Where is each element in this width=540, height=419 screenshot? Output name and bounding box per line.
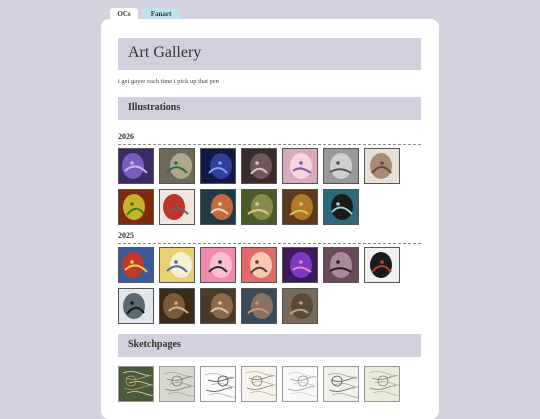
artwork-thumbnail[interactable] xyxy=(200,288,236,324)
artwork-thumbnail[interactable] xyxy=(200,366,236,402)
gallery-panel: Art Gallery i get gayer each time i pick… xyxy=(101,19,439,419)
sketch-thumbnail xyxy=(324,367,358,401)
artwork-thumbnail[interactable] xyxy=(364,148,400,184)
artwork-thumbnail xyxy=(119,149,153,183)
thumbnail-grid-2025 xyxy=(118,247,400,324)
artwork-thumbnail xyxy=(201,289,235,323)
artwork-thumbnail[interactable] xyxy=(200,189,236,225)
artwork-thumbnail[interactable] xyxy=(323,148,359,184)
year-divider xyxy=(118,144,421,145)
artwork-thumbnail[interactable] xyxy=(118,288,154,324)
artwork-thumbnail xyxy=(324,248,358,282)
artwork-thumbnail xyxy=(242,190,276,224)
page-title-box: Art Gallery xyxy=(118,38,421,70)
artwork-thumbnail[interactable] xyxy=(282,189,318,225)
artwork-thumbnail[interactable] xyxy=(323,189,359,225)
artwork-thumbnail[interactable] xyxy=(282,148,318,184)
artwork-thumbnail xyxy=(365,149,399,183)
artwork-thumbnail xyxy=(283,149,317,183)
year-label-2025: 2025 xyxy=(118,231,134,240)
artwork-thumbnail xyxy=(119,190,153,224)
artwork-thumbnail xyxy=(201,149,235,183)
artwork-thumbnail[interactable] xyxy=(118,148,154,184)
artwork-thumbnail xyxy=(283,190,317,224)
artwork-thumbnail[interactable] xyxy=(241,189,277,225)
artwork-thumbnail[interactable] xyxy=(200,247,236,283)
year-label-2026: 2026 xyxy=(118,132,134,141)
artwork-thumbnail[interactable] xyxy=(118,247,154,283)
section-illustrations: Illustrations xyxy=(118,97,421,120)
sketch-thumbnail xyxy=(201,367,235,401)
artwork-thumbnail[interactable] xyxy=(200,148,236,184)
artwork-thumbnail[interactable] xyxy=(323,366,359,402)
artwork-thumbnail[interactable] xyxy=(323,247,359,283)
artwork-thumbnail[interactable] xyxy=(241,247,277,283)
artwork-thumbnail[interactable] xyxy=(159,366,195,402)
artwork-thumbnail[interactable] xyxy=(159,148,195,184)
artwork-thumbnail[interactable] xyxy=(282,288,318,324)
artwork-thumbnail[interactable] xyxy=(241,366,277,402)
page-tagline: i get gayer each time i pick up that pen xyxy=(118,78,219,85)
section-heading-illustrations: Illustrations xyxy=(128,102,181,113)
artwork-thumbnail xyxy=(160,289,194,323)
artwork-thumbnail xyxy=(242,248,276,282)
artwork-thumbnail xyxy=(324,190,358,224)
artwork-thumbnail xyxy=(283,248,317,282)
thumbnail-grid-2026 xyxy=(118,148,400,225)
artwork-thumbnail[interactable] xyxy=(241,148,277,184)
section-sketchpages: Sketchpages xyxy=(118,334,421,357)
artwork-thumbnail xyxy=(119,289,153,323)
artwork-thumbnail xyxy=(160,190,194,224)
artwork-thumbnail xyxy=(201,190,235,224)
artwork-thumbnail xyxy=(365,248,399,282)
sketch-thumbnail xyxy=(242,367,276,401)
artwork-thumbnail xyxy=(119,248,153,282)
artwork-thumbnail xyxy=(160,149,194,183)
artwork-thumbnail[interactable] xyxy=(118,189,154,225)
artwork-thumbnail xyxy=(201,248,235,282)
sketch-thumbnail xyxy=(283,367,317,401)
artwork-thumbnail xyxy=(160,248,194,282)
year-divider xyxy=(118,243,421,244)
section-heading-sketchpages: Sketchpages xyxy=(128,339,181,350)
artwork-thumbnail[interactable] xyxy=(159,288,195,324)
artwork-thumbnail[interactable] xyxy=(241,288,277,324)
artwork-thumbnail xyxy=(283,289,317,323)
artwork-thumbnail[interactable] xyxy=(118,366,154,402)
artwork-thumbnail xyxy=(242,149,276,183)
sketch-thumbnail xyxy=(119,367,153,401)
sketch-thumbnail xyxy=(160,367,194,401)
artwork-thumbnail[interactable] xyxy=(282,247,318,283)
thumbnail-grid-sketchpages xyxy=(118,366,400,402)
artwork-thumbnail[interactable] xyxy=(282,366,318,402)
sketch-thumbnail xyxy=(365,367,399,401)
artwork-thumbnail xyxy=(324,149,358,183)
artwork-thumbnail[interactable] xyxy=(159,189,195,225)
page-title: Art Gallery xyxy=(128,44,202,61)
artwork-thumbnail xyxy=(242,289,276,323)
artwork-thumbnail[interactable] xyxy=(364,366,400,402)
artwork-thumbnail[interactable] xyxy=(364,247,400,283)
artwork-thumbnail[interactable] xyxy=(159,247,195,283)
